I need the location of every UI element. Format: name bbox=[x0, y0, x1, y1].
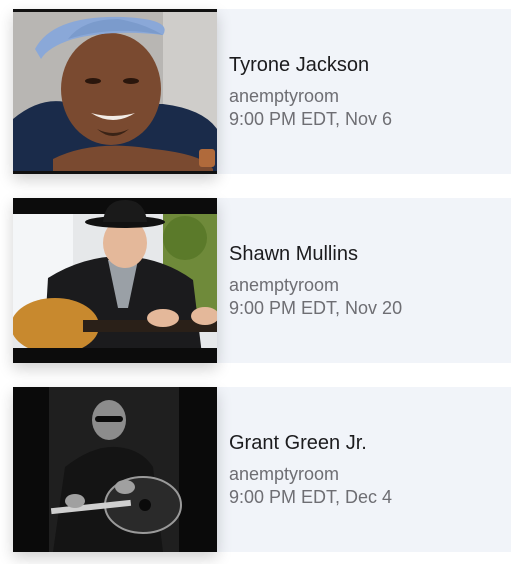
event-title[interactable]: Tyrone Jackson bbox=[229, 53, 392, 77]
artist-photo-shawn-mullins bbox=[13, 198, 217, 363]
event-host: anemptyroom bbox=[229, 274, 340, 295]
event-card-tyrone-jackson[interactable]: Tyrone Jackson anemptyroom 9:00 PM EDT, … bbox=[13, 9, 511, 174]
event-time: 9:00 PM EDT, Dec 4 bbox=[229, 486, 393, 507]
event-info: Grant Green Jr. anemptyroom 9:00 PM EDT,… bbox=[217, 387, 392, 552]
event-thumbnail[interactable] bbox=[13, 9, 217, 174]
event-thumbnail[interactable] bbox=[13, 387, 217, 552]
event-info: Shawn Mullins anemptyroom 9:00 PM EDT, N… bbox=[217, 198, 402, 363]
event-time: 9:00 PM EDT, Nov 6 bbox=[229, 108, 393, 129]
artist-photo-grant-green-jr bbox=[13, 387, 217, 552]
event-info: Tyrone Jackson anemptyroom 9:00 PM EDT, … bbox=[217, 9, 392, 174]
event-card-grant-green-jr[interactable]: Grant Green Jr. anemptyroom 9:00 PM EDT,… bbox=[13, 387, 511, 552]
event-card-shawn-mullins[interactable]: Shawn Mullins anemptyroom 9:00 PM EDT, N… bbox=[13, 198, 511, 363]
artist-photo-tyrone-jackson bbox=[13, 9, 217, 174]
event-list: Tyrone Jackson anemptyroom 9:00 PM EDT, … bbox=[13, 9, 511, 552]
event-title[interactable]: Shawn Mullins bbox=[229, 242, 402, 266]
event-time: 9:00 PM EDT, Nov 20 bbox=[229, 297, 403, 318]
event-host: anemptyroom bbox=[229, 85, 340, 106]
event-thumbnail[interactable] bbox=[13, 198, 217, 363]
event-title[interactable]: Grant Green Jr. bbox=[229, 431, 392, 455]
event-host: anemptyroom bbox=[229, 463, 340, 484]
